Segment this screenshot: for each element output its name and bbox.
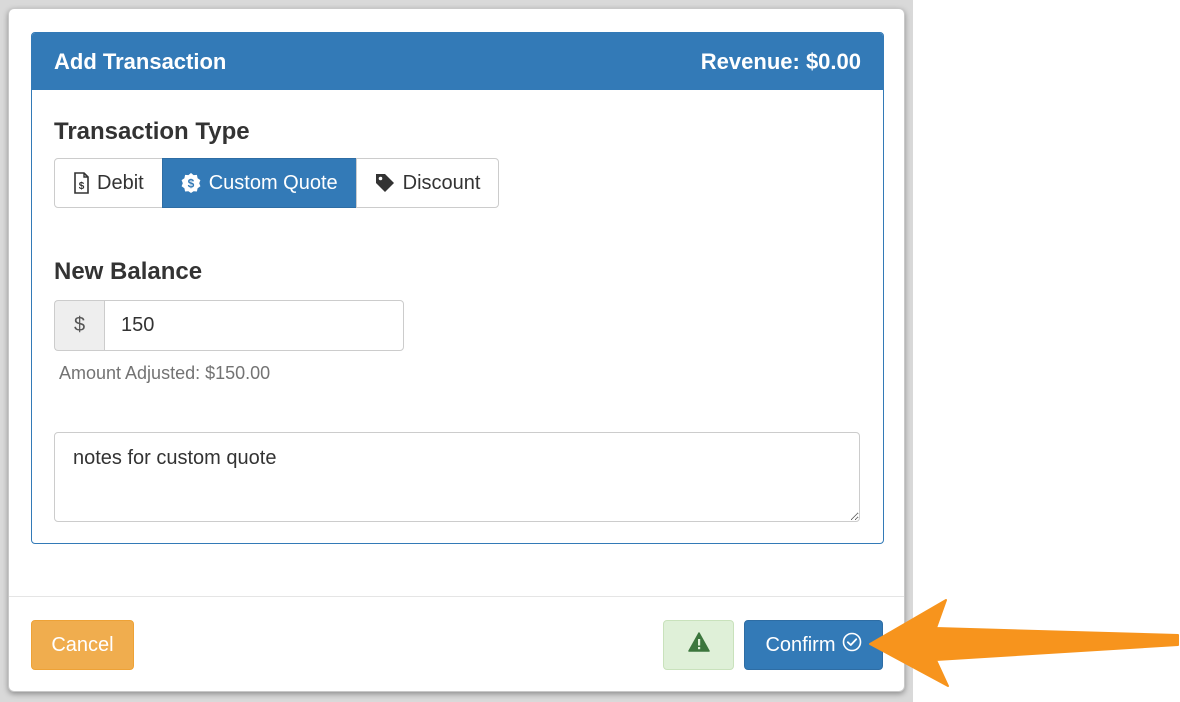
custom-quote-option[interactable]: $ Custom Quote	[161, 158, 357, 208]
add-transaction-modal: Add Transaction Revenue: $0.00 Transacti…	[8, 8, 905, 692]
svg-text:$: $	[187, 177, 194, 191]
check-circle-icon	[842, 632, 862, 658]
balance-input[interactable]	[104, 300, 404, 351]
amount-adjusted-help: Amount Adjusted: $150.00	[59, 363, 271, 383]
transaction-panel: Add Transaction Revenue: $0.00 Transacti…	[31, 32, 884, 544]
discount-label: Discount	[402, 171, 481, 194]
warning-button[interactable]	[663, 620, 734, 670]
svg-text:$: $	[79, 181, 85, 192]
panel-heading: Add Transaction Revenue: $0.00	[32, 33, 883, 90]
discount-option[interactable]: Discount	[355, 158, 500, 208]
revenue-label: Revenue: $0.00	[700, 48, 861, 74]
annotation-arrow	[869, 599, 1179, 687]
transaction-type-heading: Transaction Type	[54, 118, 250, 145]
panel-title: Add Transaction	[54, 48, 227, 74]
confirm-label: Confirm	[765, 633, 836, 656]
dollar-badge-icon: $	[181, 173, 201, 193]
transaction-type-toggle: $ Debit $ Custom Quote Discount	[54, 158, 500, 208]
new-balance-heading: New Balance	[54, 258, 203, 285]
receipt-icon: $	[73, 172, 89, 194]
tag-icon	[375, 173, 395, 193]
currency-addon: $	[54, 300, 104, 351]
footer-divider	[9, 596, 904, 597]
notes-textarea[interactable]: notes for custom quote	[54, 432, 860, 522]
debit-option[interactable]: $ Debit	[54, 158, 163, 208]
cancel-button[interactable]: Cancel	[31, 620, 134, 670]
debit-label: Debit	[97, 171, 144, 194]
warning-icon	[687, 632, 710, 658]
balance-input-group: $	[54, 300, 404, 351]
custom-quote-label: Custom Quote	[208, 171, 338, 194]
